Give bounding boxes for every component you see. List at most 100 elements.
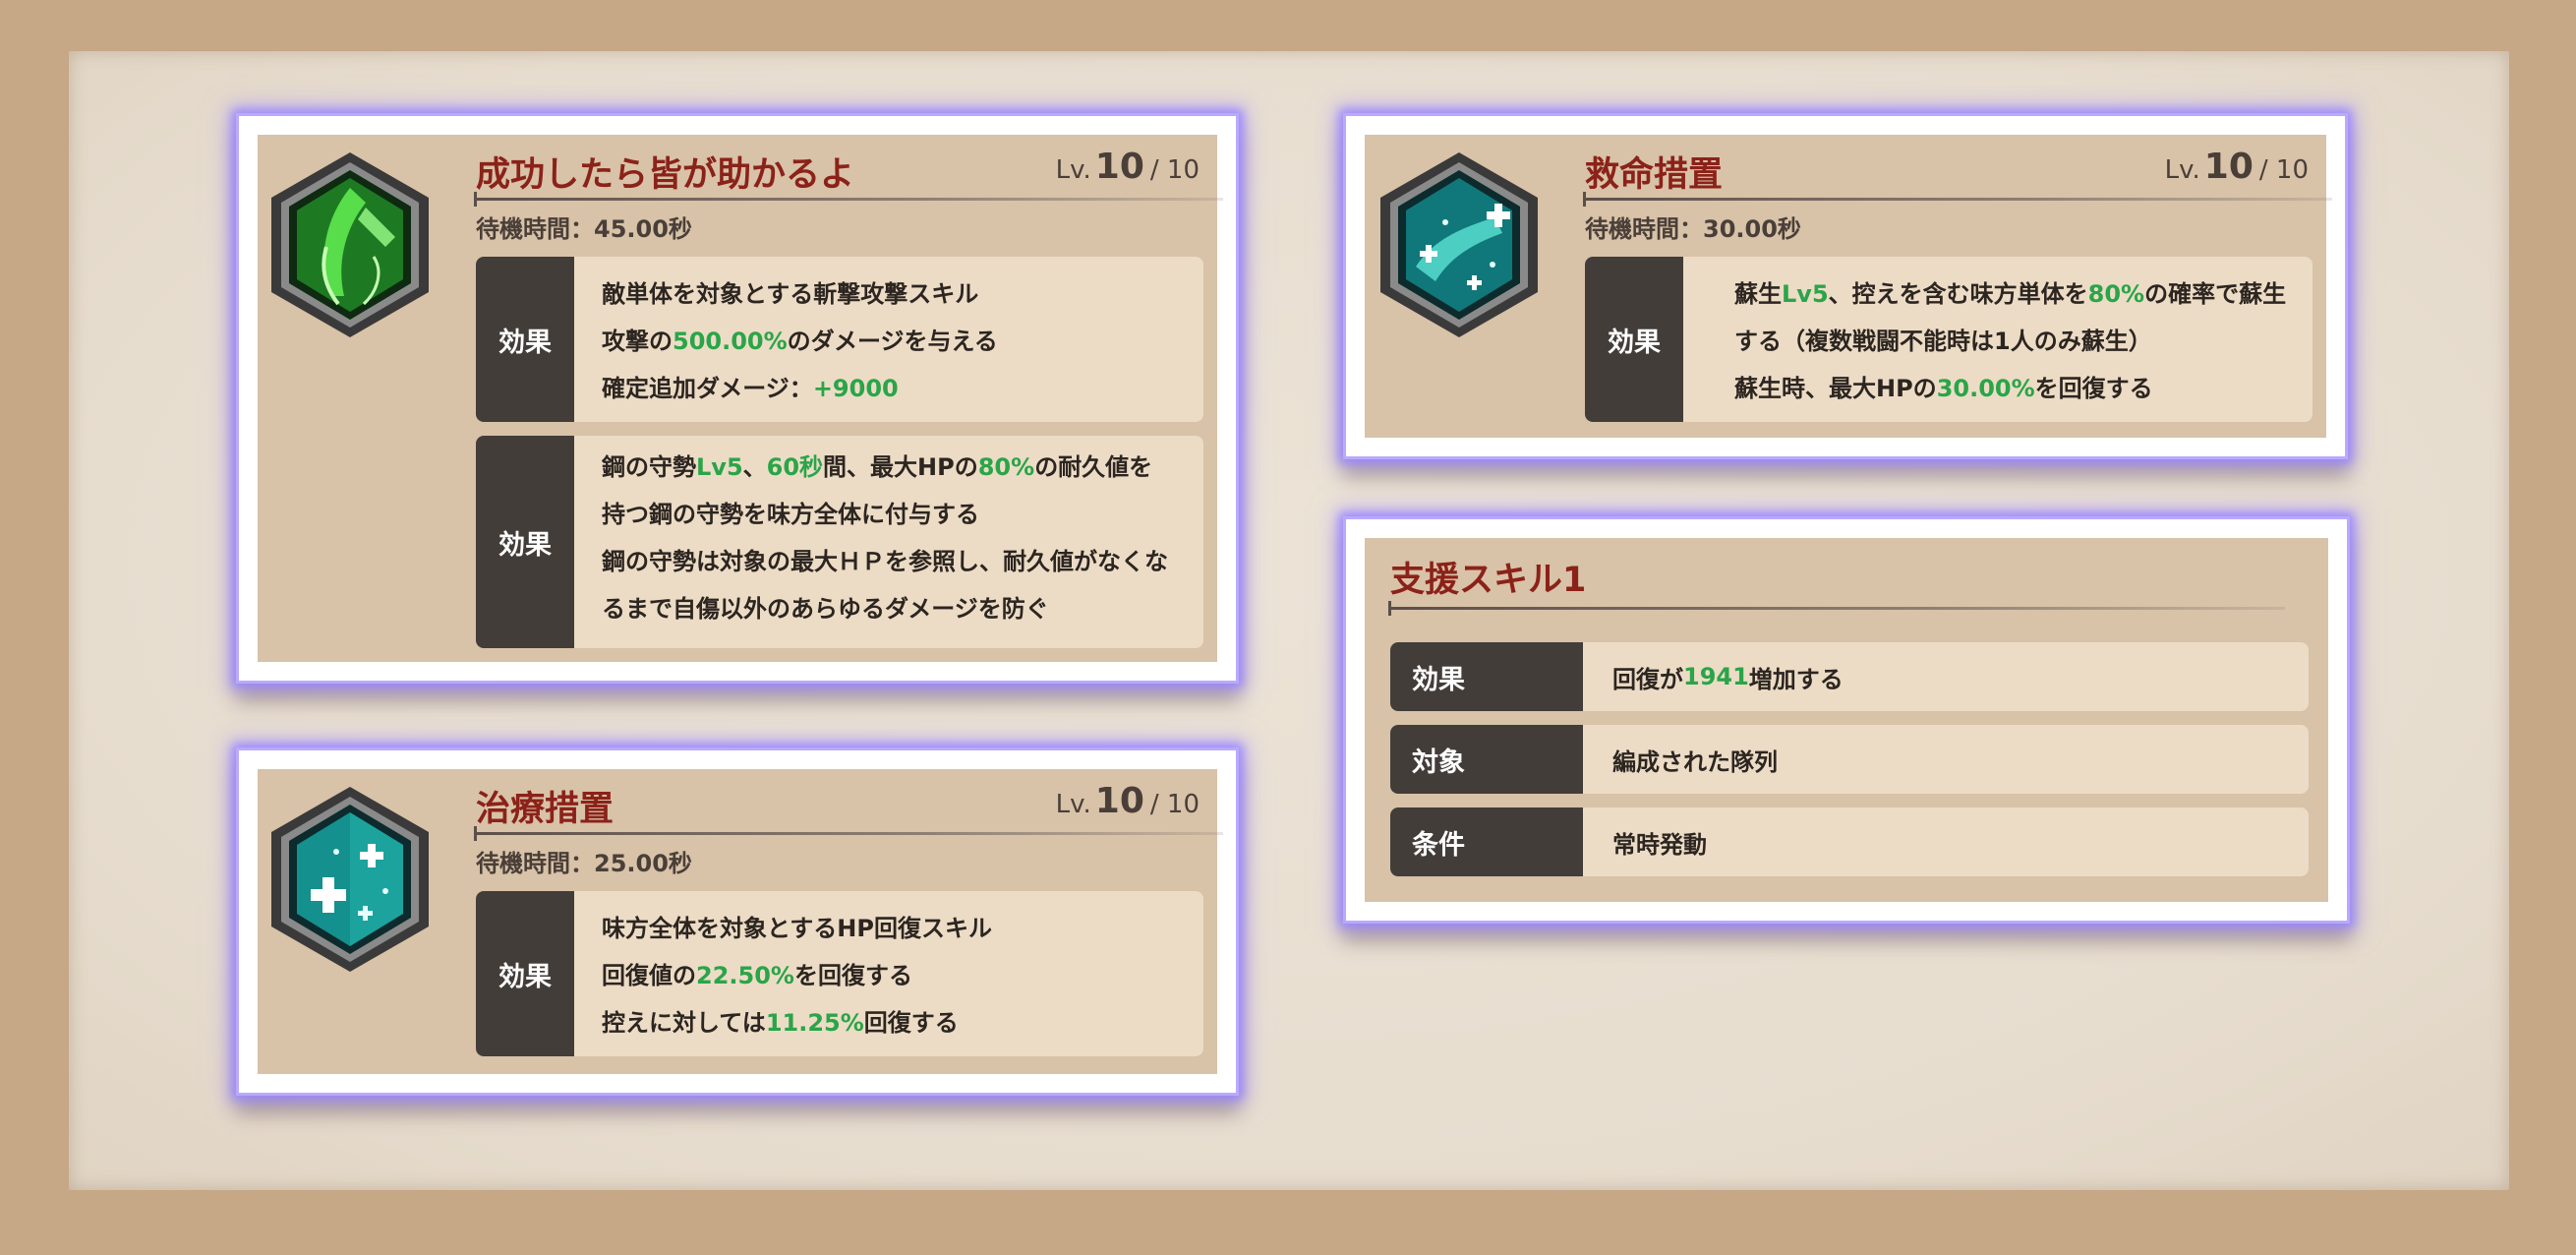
effect-line: 敵単体を対象とする斬撃攻撃スキル [602, 270, 998, 318]
skill-name: 救命措置 [1585, 155, 1724, 195]
text-segment: 回復する [863, 1009, 959, 1037]
effect-line: 鋼の守勢は対象の最大ＨＰを参照し、耐久値がなくな [602, 538, 1168, 585]
support-row-condition: 条件 常時発動 [1390, 807, 2309, 876]
row-value: 常時発動 [1583, 807, 1707, 876]
highlight-value: 22.50% [696, 962, 794, 989]
highlight-value: Lv5 [696, 453, 743, 481]
effect-lines: 味方全体を対象とするHP回復スキル 回復値の22.50%を回復する 控えに対しては1… [574, 891, 1010, 1056]
row-value: 編成された隊列 [1583, 725, 1778, 794]
text-segment: 味方全体を対象とするHP回復スキル [602, 915, 992, 942]
effect-line: 攻撃の500.00%のダメージを与える [602, 318, 998, 365]
effect-box: 効果 蘇生Lv5、控えを含む味方単体を80%の確率で蘇生する（複数戦闘不能時は1… [1585, 257, 2313, 422]
text-segment: 蘇生時、最大HPの [1734, 375, 1937, 402]
level-prefix: Lv. [1055, 790, 1091, 819]
heal-cross-icon [267, 783, 433, 976]
effect-lines: 敵単体を対象とする斬撃攻撃スキル 攻撃の500.00%のダメージを与える 確定追加ダ… [574, 257, 1016, 422]
cooldown-text: 待機時間：25.00秒 [476, 850, 692, 877]
text-segment: るまで自傷以外のあらゆるダメージを防ぐ [602, 595, 1049, 623]
highlight-value: 1941 [1683, 663, 1749, 690]
title-divider [474, 192, 1223, 207]
sword-slash-icon [267, 149, 433, 341]
level-prefix: Lv. [1055, 155, 1091, 185]
skill-level: Lv. 10/ 10 [2165, 147, 2309, 187]
effect-line: 蘇生Lv5、控えを含む味方単体を80%の確率で蘇生 [1734, 270, 2286, 318]
text-segment: を回復する [793, 962, 912, 989]
effect-lines: 鋼の守勢Lv5、60秒間、最大HPの80%の耐久値を持つ鋼の守勢を味方全体に付与… [574, 436, 1186, 648]
text-segment: 常時発動 [1612, 830, 1707, 859]
level-current: 10 [1094, 781, 1144, 821]
text-segment: 敵単体を対象とする斬撃攻撃スキル [602, 280, 979, 308]
support-skill-card[interactable]: 支援スキル1 効果 回復が 1941 増加する 対象 編成された隊列 条件 常時発動 [1343, 516, 2350, 924]
highlight-value: Lv5 [1782, 280, 1829, 308]
text-segment: のダメージを与える [787, 328, 998, 355]
skill-level: Lv. 10/ 10 [1056, 147, 1200, 187]
effect-line: るまで自傷以外のあらゆるダメージを防ぐ [602, 585, 1168, 632]
level-max: / 10 [2258, 155, 2309, 185]
support-row-effect: 効果 回復が 1941 増加する [1390, 642, 2309, 711]
effect-tag: 効果 [476, 257, 574, 422]
effect-tag: 効果 [1585, 257, 1683, 422]
effect-line: 鋼の守勢Lv5、60秒間、最大HPの80%の耐久値を [602, 444, 1168, 491]
text-segment: する（複数戦闘不能時は1人のみ蘇生） [1734, 328, 2152, 355]
skill-card-3[interactable]: 治療措置 Lv. 10/ 10 待機時間：25.00秒 効果 味方全体を対象とする… [236, 747, 1239, 1096]
level-current: 10 [2203, 147, 2254, 187]
highlight-value: 500.00% [673, 328, 788, 355]
effect-box: 効果 味方全体を対象とするHP回復スキル 回復値の22.50%を回復する 控えに対し… [476, 891, 1203, 1056]
highlight-value: 11.25% [765, 1009, 864, 1037]
highlight-value: 80% [2087, 280, 2145, 308]
effect-tag: 効果 [476, 436, 574, 648]
text-segment: 回復値の [602, 962, 696, 989]
text-segment: 持つ鋼の守勢を味方全体に付与する [602, 501, 979, 528]
text-segment: 蘇生 [1734, 280, 1782, 308]
text-segment: 控えに対しては [602, 1009, 766, 1037]
title-divider [474, 826, 1223, 841]
effect-line: 蘇生時、最大HPの30.00%を回復する [1734, 365, 2286, 412]
skill-name: 成功したら皆が助かるよ [476, 155, 855, 195]
text-segment: の耐久値を [1034, 453, 1153, 481]
text-segment: 、控えを含む味方単体を [1828, 280, 2088, 308]
effect-line: 控えに対しては11.25%回復する [602, 999, 992, 1046]
effect-line: 持つ鋼の守勢を味方全体に付与する [602, 491, 1168, 538]
text-segment: 攻撃の [602, 328, 673, 355]
highlight-value: 80% [977, 453, 1035, 481]
text-segment: 増加する [1748, 665, 1844, 693]
revive-hands-icon [1376, 149, 1542, 341]
effect-lines: 蘇生Lv5、控えを含む味方単体を80%の確率で蘇生する（複数戦闘不能時は1人のみ… [1683, 257, 2304, 422]
level-max: / 10 [1149, 155, 1200, 185]
text-segment: を回復する [2034, 375, 2153, 402]
effect-line: 回復値の22.50%を回復する [602, 952, 992, 999]
text-segment: 鋼の守勢は対象の最大ＨＰを参照し、耐久値がなくな [602, 548, 1168, 575]
level-current: 10 [1094, 147, 1144, 187]
row-tag: 効果 [1390, 642, 1583, 711]
highlight-value: +9000 [812, 375, 899, 402]
skill-card-1[interactable]: 成功したら皆が助かるよ Lv. 10/ 10 待機時間：45.00秒 効果 敵単体… [236, 113, 1239, 684]
skill-card-2[interactable]: 救命措置 Lv. 10/ 10 待機時間：30.00秒 効果 蘇生Lv5、控えを含… [1343, 113, 2348, 459]
highlight-value: 30.00% [1936, 375, 2035, 402]
text-segment: 回復が [1612, 665, 1683, 693]
cooldown-text: 待機時間：30.00秒 [1585, 215, 1801, 243]
effect-line: 味方全体を対象とするHP回復スキル [602, 905, 992, 952]
level-prefix: Lv. [2164, 155, 2200, 185]
text-segment: 編成された隊列 [1612, 747, 1778, 776]
text-segment: 、 [742, 453, 767, 481]
support-skill-title: 支援スキル1 [1390, 561, 1587, 600]
support-row-target: 対象 編成された隊列 [1390, 725, 2309, 794]
row-tag: 条件 [1390, 807, 1583, 876]
text-segment: 鋼の守勢 [602, 453, 696, 481]
effect-box: 効果 鋼の守勢Lv5、60秒間、最大HPの80%の耐久値を持つ鋼の守勢を味方全体… [476, 436, 1203, 648]
highlight-value: 60秒 [766, 453, 824, 481]
effect-line: する（複数戦闘不能時は1人のみ蘇生） [1734, 318, 2286, 365]
effect-line: 確定追加ダメージ：+9000 [602, 365, 998, 412]
row-tag: 対象 [1390, 725, 1583, 794]
title-divider [1388, 601, 2285, 616]
row-value: 回復が 1941 増加する [1583, 642, 1844, 711]
title-divider [1583, 192, 2332, 207]
effect-box: 効果 敵単体を対象とする斬撃攻撃スキル 攻撃の500.00%のダメージを与える 確定… [476, 257, 1203, 422]
text-segment: 確定追加ダメージ： [602, 375, 813, 402]
cooldown-text: 待機時間：45.00秒 [476, 215, 692, 243]
skill-level: Lv. 10/ 10 [1056, 781, 1200, 821]
effect-tag: 効果 [476, 891, 574, 1056]
text-segment: 間、最大HPの [823, 453, 978, 481]
level-max: / 10 [1149, 790, 1200, 819]
skill-name: 治療措置 [476, 790, 615, 829]
